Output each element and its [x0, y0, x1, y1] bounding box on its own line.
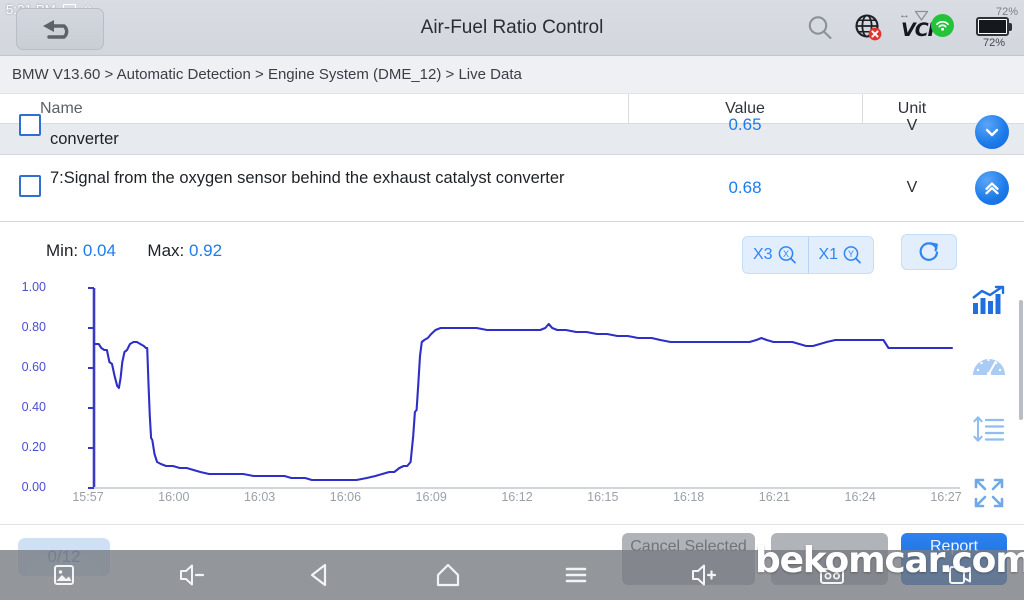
wifi-connected-icon	[931, 14, 954, 37]
app-root: 5:31 PM ⇧ Air-Fuel Ratio Control	[0, 0, 1024, 600]
chart-canvas	[88, 287, 960, 489]
chart-series-line	[92, 322, 954, 482]
breadcrumb-text: BMW V13.60 > Automatic Detection > Engin…	[12, 66, 522, 83]
chevron-double-up-icon	[985, 182, 999, 195]
x-axis-tick-label: 16:06	[329, 490, 362, 504]
search-button[interactable]	[805, 13, 835, 43]
search-icon	[808, 16, 832, 40]
max-value: 0.92	[189, 241, 223, 260]
magnifier-y-icon: Y	[843, 246, 861, 264]
camera-button[interactable]	[768, 562, 896, 588]
gauge-dashboard-icon	[973, 358, 1005, 377]
x-axis-tick-label: 16:18	[672, 490, 705, 504]
x-axis-tick-label: 16:03	[243, 490, 276, 504]
column-header-name: Name	[40, 100, 83, 117]
y-axis-tick-label: 0.40	[21, 400, 46, 414]
y-axis-tick-label: 0.80	[21, 320, 46, 334]
volume-up-button[interactable]	[640, 562, 768, 588]
nav-back-button[interactable]	[256, 561, 384, 589]
x-axis-tick-label: 16:15	[587, 490, 619, 504]
refresh-icon	[919, 242, 939, 261]
min-max-readout: Min: 0.04 Max: 0.92	[46, 241, 222, 261]
nav-recents-icon	[565, 567, 587, 583]
zoom-x-label: X3	[752, 246, 773, 263]
svg-text:Y: Y	[848, 249, 854, 259]
battery-pct-label: 72%	[982, 37, 1006, 49]
title-bar: 5:31 PM ⇧ Air-Fuel Ratio Control	[0, 0, 1024, 56]
row-name: converter	[50, 130, 119, 148]
row-checkbox[interactable]	[19, 114, 41, 136]
y-axis-tick-label: 0.60	[21, 360, 46, 374]
battery-button[interactable]: 72% 72%	[972, 6, 1018, 49]
table-row[interactable]: converter 0.65 V	[0, 114, 1024, 155]
screen-record-button[interactable]	[896, 562, 1024, 588]
vci-label: VCI	[901, 19, 935, 41]
row-checkbox[interactable]	[19, 175, 41, 197]
zoom-control-group: X3 X X1 Y	[742, 236, 874, 274]
table-row[interactable]: 7:Signal from the oxygen sensor behind t…	[0, 155, 1024, 222]
nav-recents-button[interactable]	[512, 562, 640, 588]
y-axis-tick-label: 0.00	[21, 480, 46, 494]
battery-tip-icon	[1009, 23, 1012, 31]
camera-icon	[820, 568, 844, 584]
nav-home-button[interactable]	[384, 561, 512, 589]
row-chevron-button[interactable]	[975, 115, 1009, 149]
nav-home-icon	[436, 563, 460, 587]
screenshot-icon	[54, 565, 74, 585]
live-data-chart[interactable]: 0.00 0.20 0.40 0.60 0.80 1.00	[0, 278, 1024, 510]
min-label: Min:	[46, 241, 79, 260]
min-value: 0.04	[82, 241, 116, 260]
x-axis-tick-label: 16:21	[758, 490, 791, 504]
x-axis-tick-label: 16:24	[844, 490, 876, 504]
android-nav-bar	[0, 550, 1024, 600]
volume-down-button[interactable]	[128, 562, 256, 588]
y-axis-tick-label: 0.20	[21, 440, 46, 454]
globe-offline-icon	[855, 14, 882, 41]
back-button[interactable]	[16, 8, 104, 50]
zoom-y-label: X1	[818, 246, 839, 263]
x-axis-tick-label: 16:27	[930, 490, 962, 504]
gauge-view-button[interactable]	[967, 346, 1011, 384]
list-view-button[interactable]	[967, 410, 1011, 448]
breadcrumb[interactable]: BMW V13.60 > Automatic Detection > Engin…	[0, 56, 1024, 94]
nav-back-icon	[310, 563, 327, 587]
row-value: 0.65	[728, 115, 762, 134]
x-axis-tick-label: 16:12	[501, 490, 533, 504]
vertical-scrollbar[interactable]	[1019, 300, 1023, 420]
refresh-button[interactable]	[901, 234, 957, 270]
chevron-down-icon	[985, 128, 999, 137]
volume-up-icon	[692, 564, 717, 586]
x-axis-tick-label: 16:00	[158, 490, 190, 504]
list-sort-icon	[973, 416, 1005, 442]
row-name: 7:Signal from the oxygen sensor behind t…	[50, 169, 565, 187]
back-arrow-icon	[43, 20, 69, 39]
view-mode-rail	[960, 282, 1018, 512]
zoom-y-button[interactable]: X1 Y	[807, 237, 874, 273]
max-label: Max:	[147, 241, 185, 260]
y-axis-tick-label: 1.00	[21, 280, 46, 294]
row-chevron-button[interactable]	[975, 171, 1009, 205]
chart-graph-icon	[972, 285, 1005, 314]
svg-text:X: X	[783, 249, 789, 259]
battery-icon	[976, 17, 1009, 36]
screenshot-button[interactable]	[0, 562, 128, 588]
row-unit: V	[906, 117, 918, 134]
volume-down-icon	[180, 564, 205, 586]
fullscreen-expand-icon	[974, 478, 1004, 508]
titlebar-icons: ↔ VCI 72% 72%	[805, 0, 1018, 56]
x-axis-tick-label: 15:57	[72, 490, 104, 504]
magnifier-x-icon: X	[778, 246, 796, 264]
row-unit: V	[906, 179, 918, 196]
fullscreen-button[interactable]	[967, 474, 1011, 512]
chart-view-button[interactable]	[967, 282, 1011, 320]
screen-record-icon	[949, 566, 971, 584]
zoom-x-button[interactable]: X3 X	[743, 237, 808, 273]
row-value: 0.68	[728, 178, 762, 197]
network-status-button[interactable]	[852, 12, 884, 44]
vci-status-button[interactable]: ↔ VCI	[899, 9, 955, 45]
x-axis-tick-label: 16:09	[415, 490, 447, 504]
